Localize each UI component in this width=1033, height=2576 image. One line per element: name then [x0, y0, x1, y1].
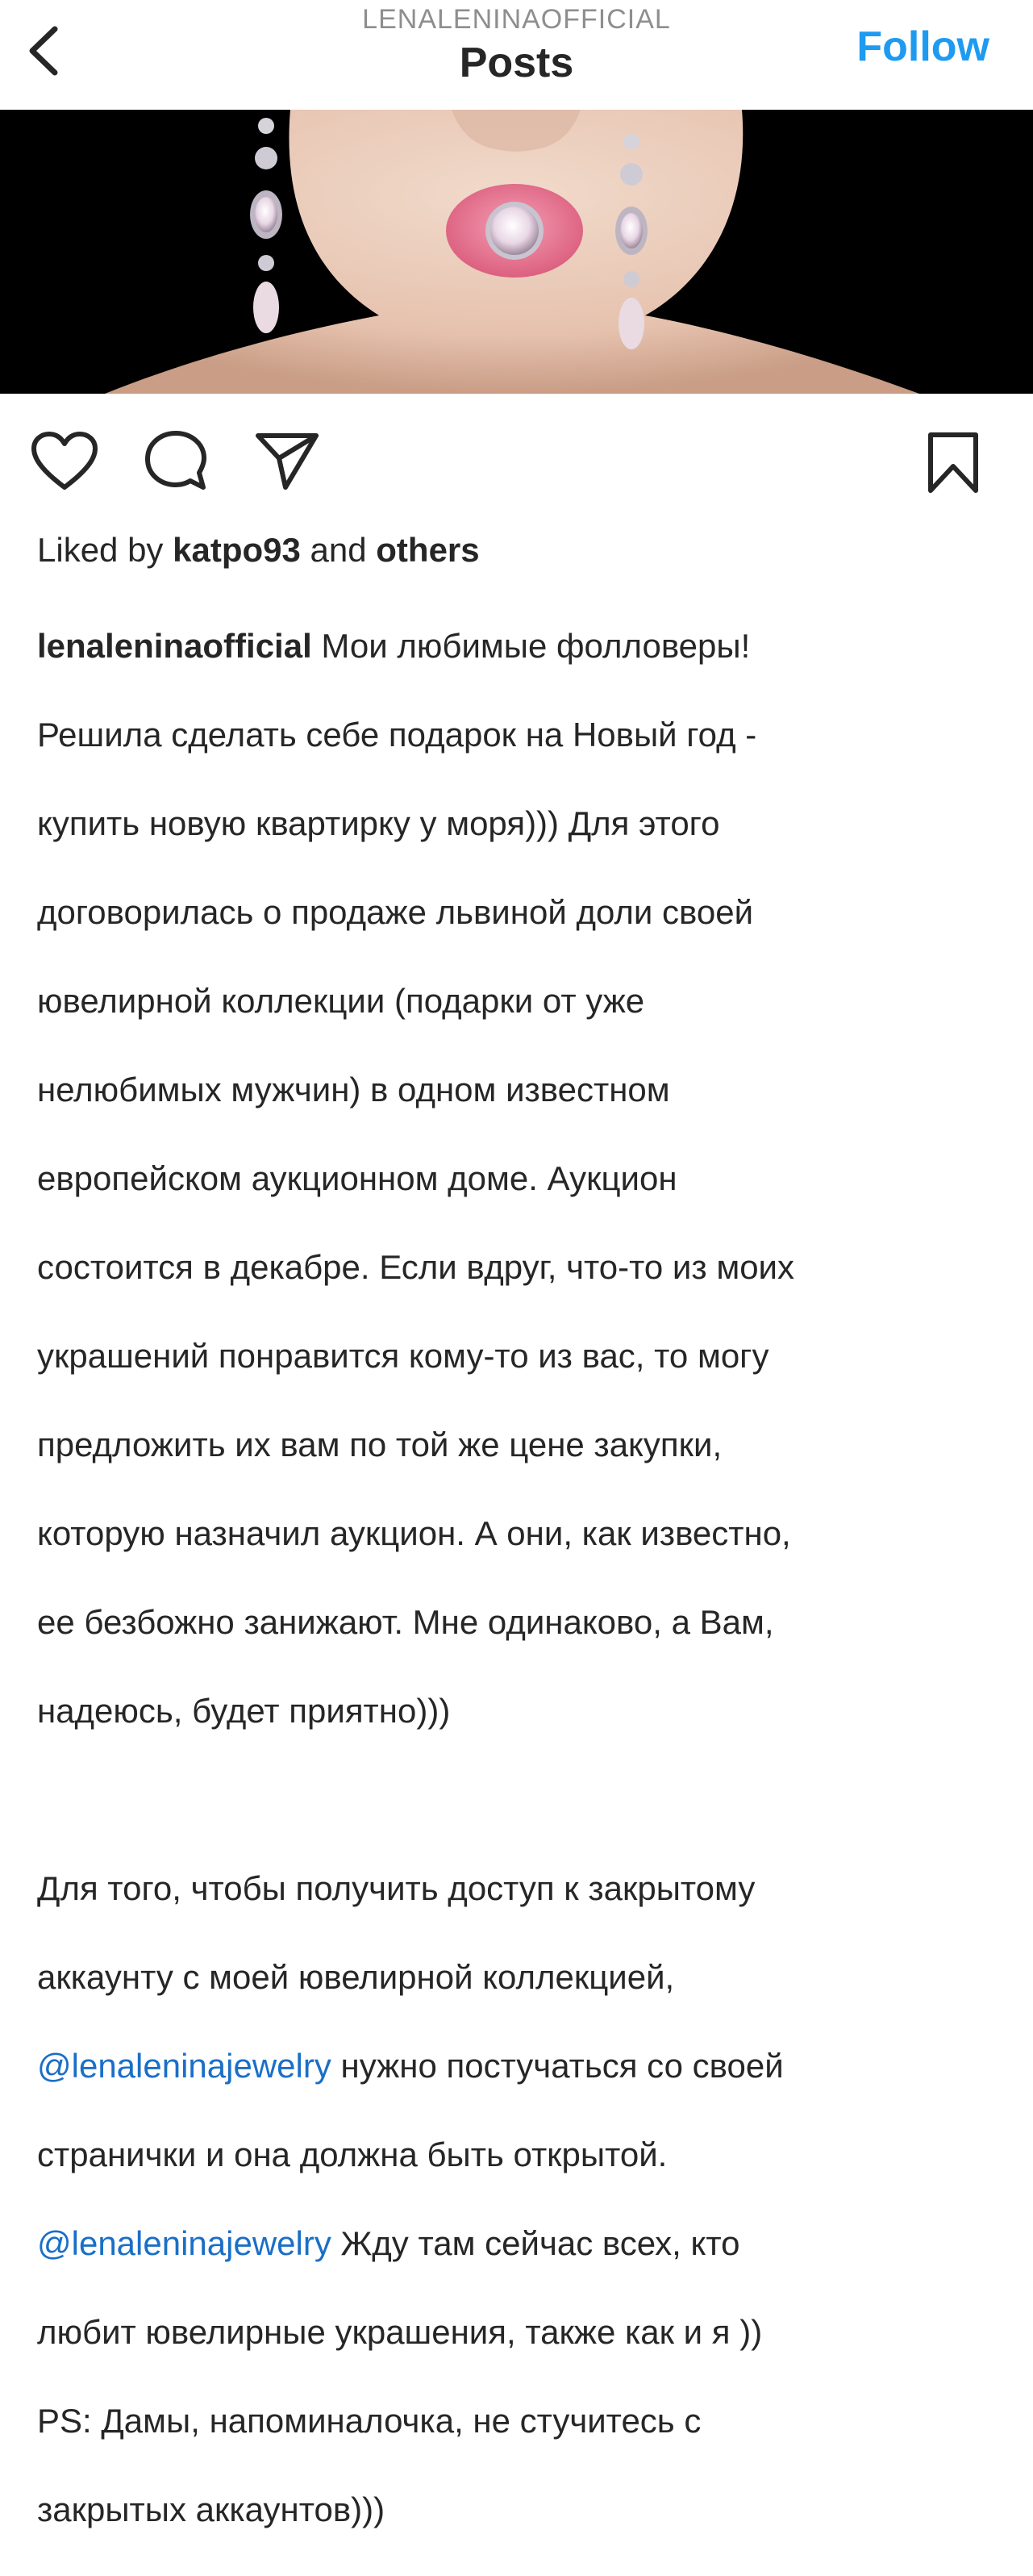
caption-line: любит ювелирные украшения, также как и я…: [37, 2313, 763, 2351]
like-button[interactable]: [31, 431, 98, 496]
bookmark-icon: [928, 432, 978, 493]
comment-icon: [145, 431, 206, 490]
caption-username[interactable]: lenaleninaofficial: [37, 627, 312, 665]
caption-line: Для того, чтобы получить доступ к закрыт…: [37, 1869, 756, 1907]
mention-link[interactable]: @lenaleninajewelry: [37, 2224, 331, 2262]
caption-line: состоится в декабре. Если вдруг, что-то …: [37, 1248, 795, 1286]
post-photo: [0, 110, 1033, 394]
post-action-bar: [0, 420, 1033, 500]
comment-button[interactable]: [144, 429, 208, 498]
caption-line: ювелирной коллекции (подарки от уже: [37, 982, 645, 1020]
liker-username[interactable]: katpo93: [173, 531, 301, 569]
caption-line: странички и она должна быть открытой.: [37, 2136, 668, 2173]
post-caption: lenaleninaofficial Мои любимые фолловеры…: [37, 579, 1005, 2576]
heart-icon: [31, 432, 98, 490]
caption-line: европейском аукционном доме. Аукцион: [37, 1159, 677, 1197]
caption-line: PS: Дамы, напоминалочка, не стучитесь с: [37, 2402, 702, 2440]
caption-line: купить новую квартирку у моря))) Для это…: [37, 804, 720, 842]
top-nav-bar: LENALENINAOFFICIAL Posts Follow: [0, 0, 1033, 110]
likes-others-link[interactable]: others: [376, 531, 479, 569]
caption-line: которую назначил аукцион. А они, как изв…: [37, 1514, 791, 1552]
caption-line: предложить их вам по той же цене закупки…: [37, 1426, 723, 1463]
likes-prefix: Liked by: [37, 531, 173, 569]
caption-line: надеюсь, будет приятно))): [37, 1692, 451, 1730]
likes-middle: and: [300, 531, 377, 569]
caption-line: закрытых аккаунтов))): [37, 2490, 385, 2528]
likes-summary: Liked by katpo93 and others: [37, 526, 480, 574]
caption-line: договорилась о продаже львиной доли свое…: [37, 893, 754, 931]
share-button[interactable]: [255, 431, 319, 495]
follow-button[interactable]: Follow: [856, 21, 989, 73]
mention-link[interactable]: @lenaleninajewelry: [37, 2047, 331, 2085]
paper-plane-icon: [256, 433, 319, 490]
save-button[interactable]: [926, 431, 981, 499]
caption-line: нужно постучаться со своей: [331, 2047, 784, 2085]
caption-line: Решила сделать себе подарок на Новый год…: [37, 716, 757, 754]
caption-line: Мои любимые фолловеры!: [311, 627, 751, 665]
caption-line: аккаунту с моей ювелирной коллекцией,: [37, 1958, 675, 1996]
caption-line: Жду там сейчас всех, кто: [331, 2224, 740, 2262]
caption-line: украшений понравится кому-то из вас, то …: [37, 1337, 769, 1375]
caption-line: ее безбожно занижают. Мне одинаково, а В…: [37, 1603, 774, 1641]
post-image[interactable]: [0, 110, 1033, 394]
caption-line: нелюбимых мужчин) в одном известном: [37, 1071, 670, 1108]
